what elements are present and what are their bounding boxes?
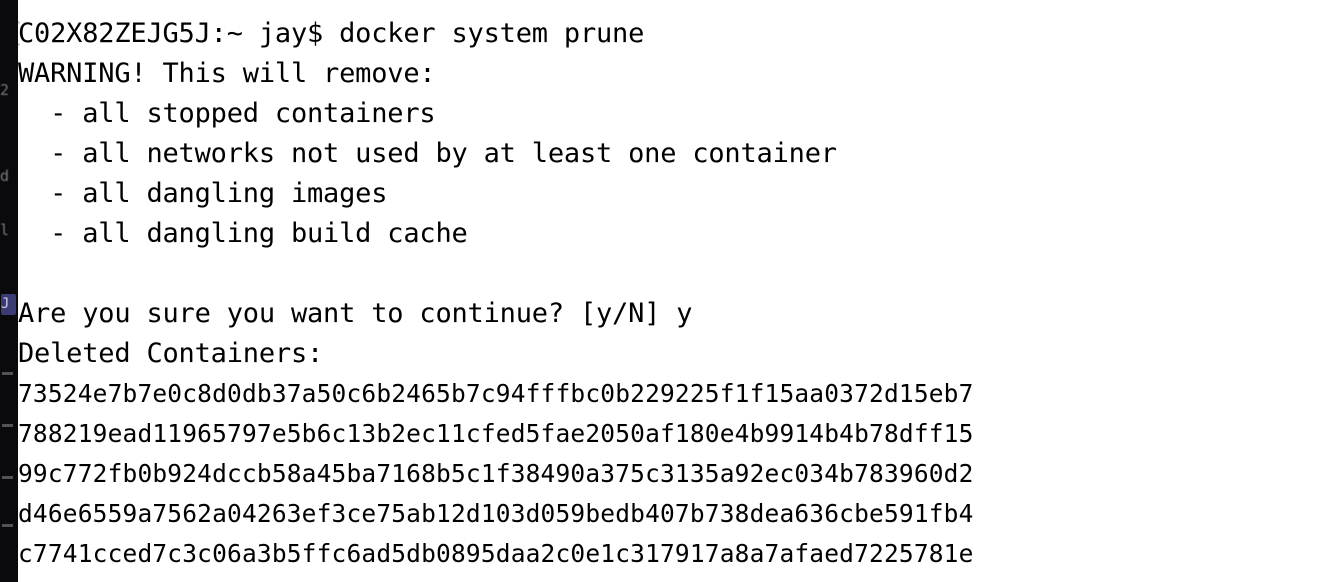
terminal-line-container-hash-5: c7741cced7c3c06a3b5ffc6ad5db0895daa2c0e1… — [18, 539, 974, 568]
terminal-line-container-hash-4: d46e6559a7562a04263ef3ce75ab12d103d059be… — [18, 499, 974, 528]
terminal-pane[interactable]: [ C02X82ZEJG5J:~ jay$ docker system prun… — [18, 0, 1322, 582]
terminal-line-bullet-stopped-containers: - all stopped containers — [18, 98, 436, 129]
background-window-strip[interactable]: 2 d l J — [0, 0, 18, 582]
background-glyph-fragment: d — [0, 168, 10, 184]
terminal-line-container-hash-1: 73524e7b7e0c8d0db37a50c6b2465b7c94fffbc0… — [18, 379, 974, 408]
terminal-line-container-hash-3: 99c772fb0b924dccb58a45ba7168b5c1f38490a3… — [18, 459, 974, 488]
terminal-line-bullet-dangling-images: - all dangling images — [18, 178, 388, 209]
terminal-line-bullet-unused-networks: - all networks not used by at least one … — [18, 138, 837, 169]
background-glyph-fragment: 2 — [0, 82, 10, 98]
terminal-line-bullet-dangling-build-cache: - all dangling build cache — [18, 218, 468, 249]
background-glyph-fragment: l — [0, 222, 10, 238]
background-row-fragment — [2, 524, 13, 527]
background-row-fragment — [2, 476, 13, 479]
background-selected-row[interactable]: J — [1, 294, 16, 315]
terminal-line-warning-header: WARNING! This will remove: — [18, 58, 436, 89]
terminal-line-deleted-containers-header: Deleted Containers: — [18, 338, 324, 369]
terminal-line-confirm-prompt: Are you sure you want to continue? [y/N]… — [18, 298, 693, 329]
background-row-fragment — [2, 424, 13, 427]
background-row-fragment — [2, 372, 13, 375]
terminal-line-prompt-command: C02X82ZEJG5J:~ jay$ docker system prune — [18, 18, 645, 49]
terminal-line-container-hash-2: 788219ead11965797e5b6c13b2ec11cfed5fae20… — [18, 419, 974, 448]
terminal-screenshot: 2 d l J [ C02X82ZEJG5J:~ jay$ docker system… — [0, 0, 1322, 582]
